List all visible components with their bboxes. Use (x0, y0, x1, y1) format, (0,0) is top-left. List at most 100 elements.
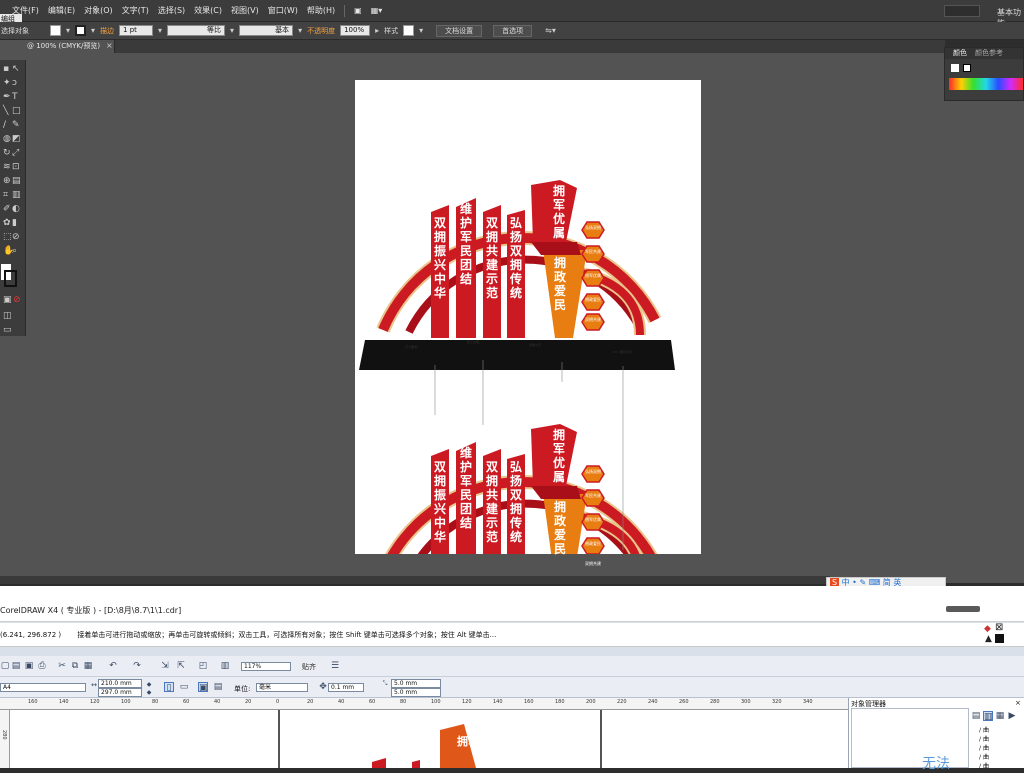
preferences-button[interactable]: 首选项 (493, 24, 533, 37)
paintbrush-tool-icon[interactable]: ∕ (3, 120, 6, 130)
save-icon[interactable]: ▣ (24, 661, 34, 671)
spin-height-icon[interactable]: ◆ (144, 688, 154, 698)
blob-brush-tool-icon[interactable]: ◍ (3, 134, 11, 144)
new-icon[interactable]: ▢ (0, 661, 10, 671)
vertical-ruler[interactable]: 280 (0, 710, 10, 768)
symbol-sprayer-tool-icon[interactable]: ✿ (3, 218, 11, 228)
outline-pen-icon[interactable]: ▲ (985, 634, 992, 644)
paper-type-dropdown[interactable]: A4 (0, 683, 86, 692)
search-field[interactable] (944, 5, 980, 17)
stroke-label[interactable]: 描边 (100, 26, 114, 36)
align-options-icon[interactable]: ⇋▾ (545, 26, 556, 35)
line-tool-icon[interactable]: ╲ (3, 106, 8, 116)
paste-icon[interactable]: ▦ (83, 661, 93, 671)
snap-to-dropdown[interactable]: 贴齐 (302, 662, 316, 672)
open-icon[interactable]: ▤ (11, 661, 21, 671)
brush-dropdown-icon[interactable]: ▾ (298, 26, 302, 35)
app-launcher-icon[interactable]: ◰ (198, 661, 208, 671)
magic-wand-tool-icon[interactable]: ✦ (3, 78, 11, 88)
artboard[interactable]: 尺寸要求： 施工说明： 说明文字： PVC 雕刻字体： 双拥振兴中华 维护军民团结… (355, 80, 701, 554)
duplicate-y-field[interactable]: 5.0 mm (391, 688, 441, 697)
eyedropper-tool-icon[interactable]: ✐ (3, 204, 11, 214)
undo-icon[interactable]: ↶ (108, 661, 118, 671)
fill-swatch[interactable] (50, 25, 61, 36)
fill-dropdown-icon[interactable]: ▾ (66, 26, 70, 35)
object-list-item[interactable]: ∕ 曲 (979, 735, 989, 744)
type-tool-icon[interactable]: T (12, 92, 18, 102)
artboard-tool-icon[interactable]: ⬚ (3, 232, 12, 242)
outline-color-swatch[interactable] (995, 634, 1004, 643)
current-page-icon[interactable]: ▤ (213, 682, 223, 692)
page-height-field[interactable]: 297.0 mm (98, 688, 142, 697)
brush-definition[interactable]: 基本 (239, 25, 294, 36)
object-list-item[interactable]: ∕ 曲 (979, 762, 989, 771)
graphic-style-swatch[interactable] (403, 25, 415, 36)
menu-view[interactable]: 视图(V) (231, 5, 259, 16)
close-tab-icon[interactable]: × (106, 41, 113, 50)
redo-icon[interactable]: ↷ (132, 661, 142, 671)
object-manager-menu-icon[interactable]: ▶ (1007, 711, 1017, 721)
object-list-item[interactable]: ∕ 曲 (979, 753, 989, 762)
menu-select[interactable]: 选择(S) (158, 5, 185, 16)
color-stroke-swatch[interactable] (963, 64, 971, 72)
bridge-icon[interactable]: ▣ (354, 6, 362, 15)
color-fill-swatch[interactable] (951, 64, 959, 72)
selection-tool-icon[interactable]: ▪ (3, 64, 9, 74)
profile-dropdown-icon[interactable]: ▾ (230, 26, 234, 35)
lasso-tool-icon[interactable]: ↄ (12, 78, 17, 88)
mesh-tool-icon[interactable]: ⌗ (3, 190, 8, 200)
menu-help[interactable]: 帮助(H) (307, 5, 335, 16)
page-width-field[interactable]: 210.0 mm (98, 679, 142, 688)
zoom-level-field[interactable]: 117% (241, 662, 291, 671)
color-mode-icon[interactable]: ▣ (3, 295, 12, 305)
none-color-icon[interactable]: ⊘ (13, 295, 21, 305)
object-list-item[interactable]: ∕ 曲 (979, 726, 989, 735)
style-dropdown-icon[interactable]: ▾ (419, 26, 423, 35)
stroke-weight-field[interactable]: 1 pt (119, 25, 154, 36)
menu-effect[interactable]: 效果(C) (194, 5, 222, 16)
screen-mode-icon[interactable]: ▭ (3, 325, 12, 335)
pencil-tool-icon[interactable]: ✎ (12, 120, 20, 130)
scale-tool-icon[interactable]: ⤢ (12, 148, 19, 158)
gradient-tool-icon[interactable]: ▥ (12, 190, 21, 200)
fill-bucket-icon[interactable]: ◆ (984, 624, 991, 634)
panel-close-icon[interactable]: × (1015, 699, 1021, 707)
draw-mode-icon[interactable]: ◫ (3, 311, 12, 321)
show-properties-icon[interactable]: ▤ (971, 711, 981, 721)
document-setup-button[interactable]: 文档设置 (436, 24, 483, 37)
column-graph-tool-icon[interactable]: ▮ (12, 218, 17, 228)
nudge-distance-field[interactable]: 0.1 mm (328, 683, 364, 692)
perspective-grid-tool-icon[interactable]: ▤ (12, 176, 21, 186)
stroke-weight-dropdown-icon[interactable]: ▾ (158, 26, 162, 35)
no-fill-icon[interactable]: ⊠ (995, 622, 1003, 633)
opacity-field[interactable]: 100% (340, 25, 371, 36)
document-tab[interactable]: @ 100% (CMYK/预览) (0, 40, 115, 53)
menu-object[interactable]: 对象(O) (84, 5, 113, 16)
menu-edit[interactable]: 编辑(E) (48, 5, 75, 16)
portrait-icon[interactable]: ▯ (164, 682, 174, 693)
stroke-dropdown-icon[interactable]: ▾ (91, 26, 95, 35)
zoom-tool-icon[interactable]: ⌕ (12, 246, 17, 256)
arrange-documents-icon[interactable]: ▦▾ (371, 6, 383, 15)
blend-tool-icon[interactable]: ◐ (12, 204, 20, 214)
horizontal-ruler[interactable]: 160 140 120 100 80 60 40 20 0 20 40 60 80 100 120 140 16… (0, 698, 848, 710)
variable-width-profile[interactable]: 等比 (167, 25, 226, 36)
direct-selection-tool-icon[interactable]: ↖ (12, 64, 20, 74)
all-pages-icon[interactable]: ▣ (198, 682, 208, 693)
window-controls[interactable] (946, 606, 980, 612)
tab-color[interactable]: 颜色 (953, 48, 967, 59)
duplicate-x-field[interactable]: 5.0 mm (391, 679, 441, 688)
cut-icon[interactable]: ✂ (57, 661, 67, 671)
pen-tool-icon[interactable]: ✒ (3, 92, 11, 102)
opacity-dropdown-icon[interactable]: ▸ (375, 26, 379, 35)
object-tree[interactable]: 无法 (851, 708, 969, 772)
print-icon[interactable]: ⎙ (37, 661, 47, 671)
units-dropdown[interactable]: 毫米 (256, 683, 308, 692)
copy-icon[interactable]: ⧉ (70, 661, 80, 671)
rectangle-tool-icon[interactable]: □ (12, 106, 21, 116)
color-spectrum[interactable] (949, 78, 1023, 90)
shape-builder-tool-icon[interactable]: ⊕ (3, 176, 11, 186)
edit-across-layers-icon[interactable]: ▥ (983, 711, 993, 722)
opacity-label[interactable]: 不透明度 (307, 26, 335, 36)
cdr-drawing-canvas[interactable]: 拥军 (10, 710, 848, 768)
